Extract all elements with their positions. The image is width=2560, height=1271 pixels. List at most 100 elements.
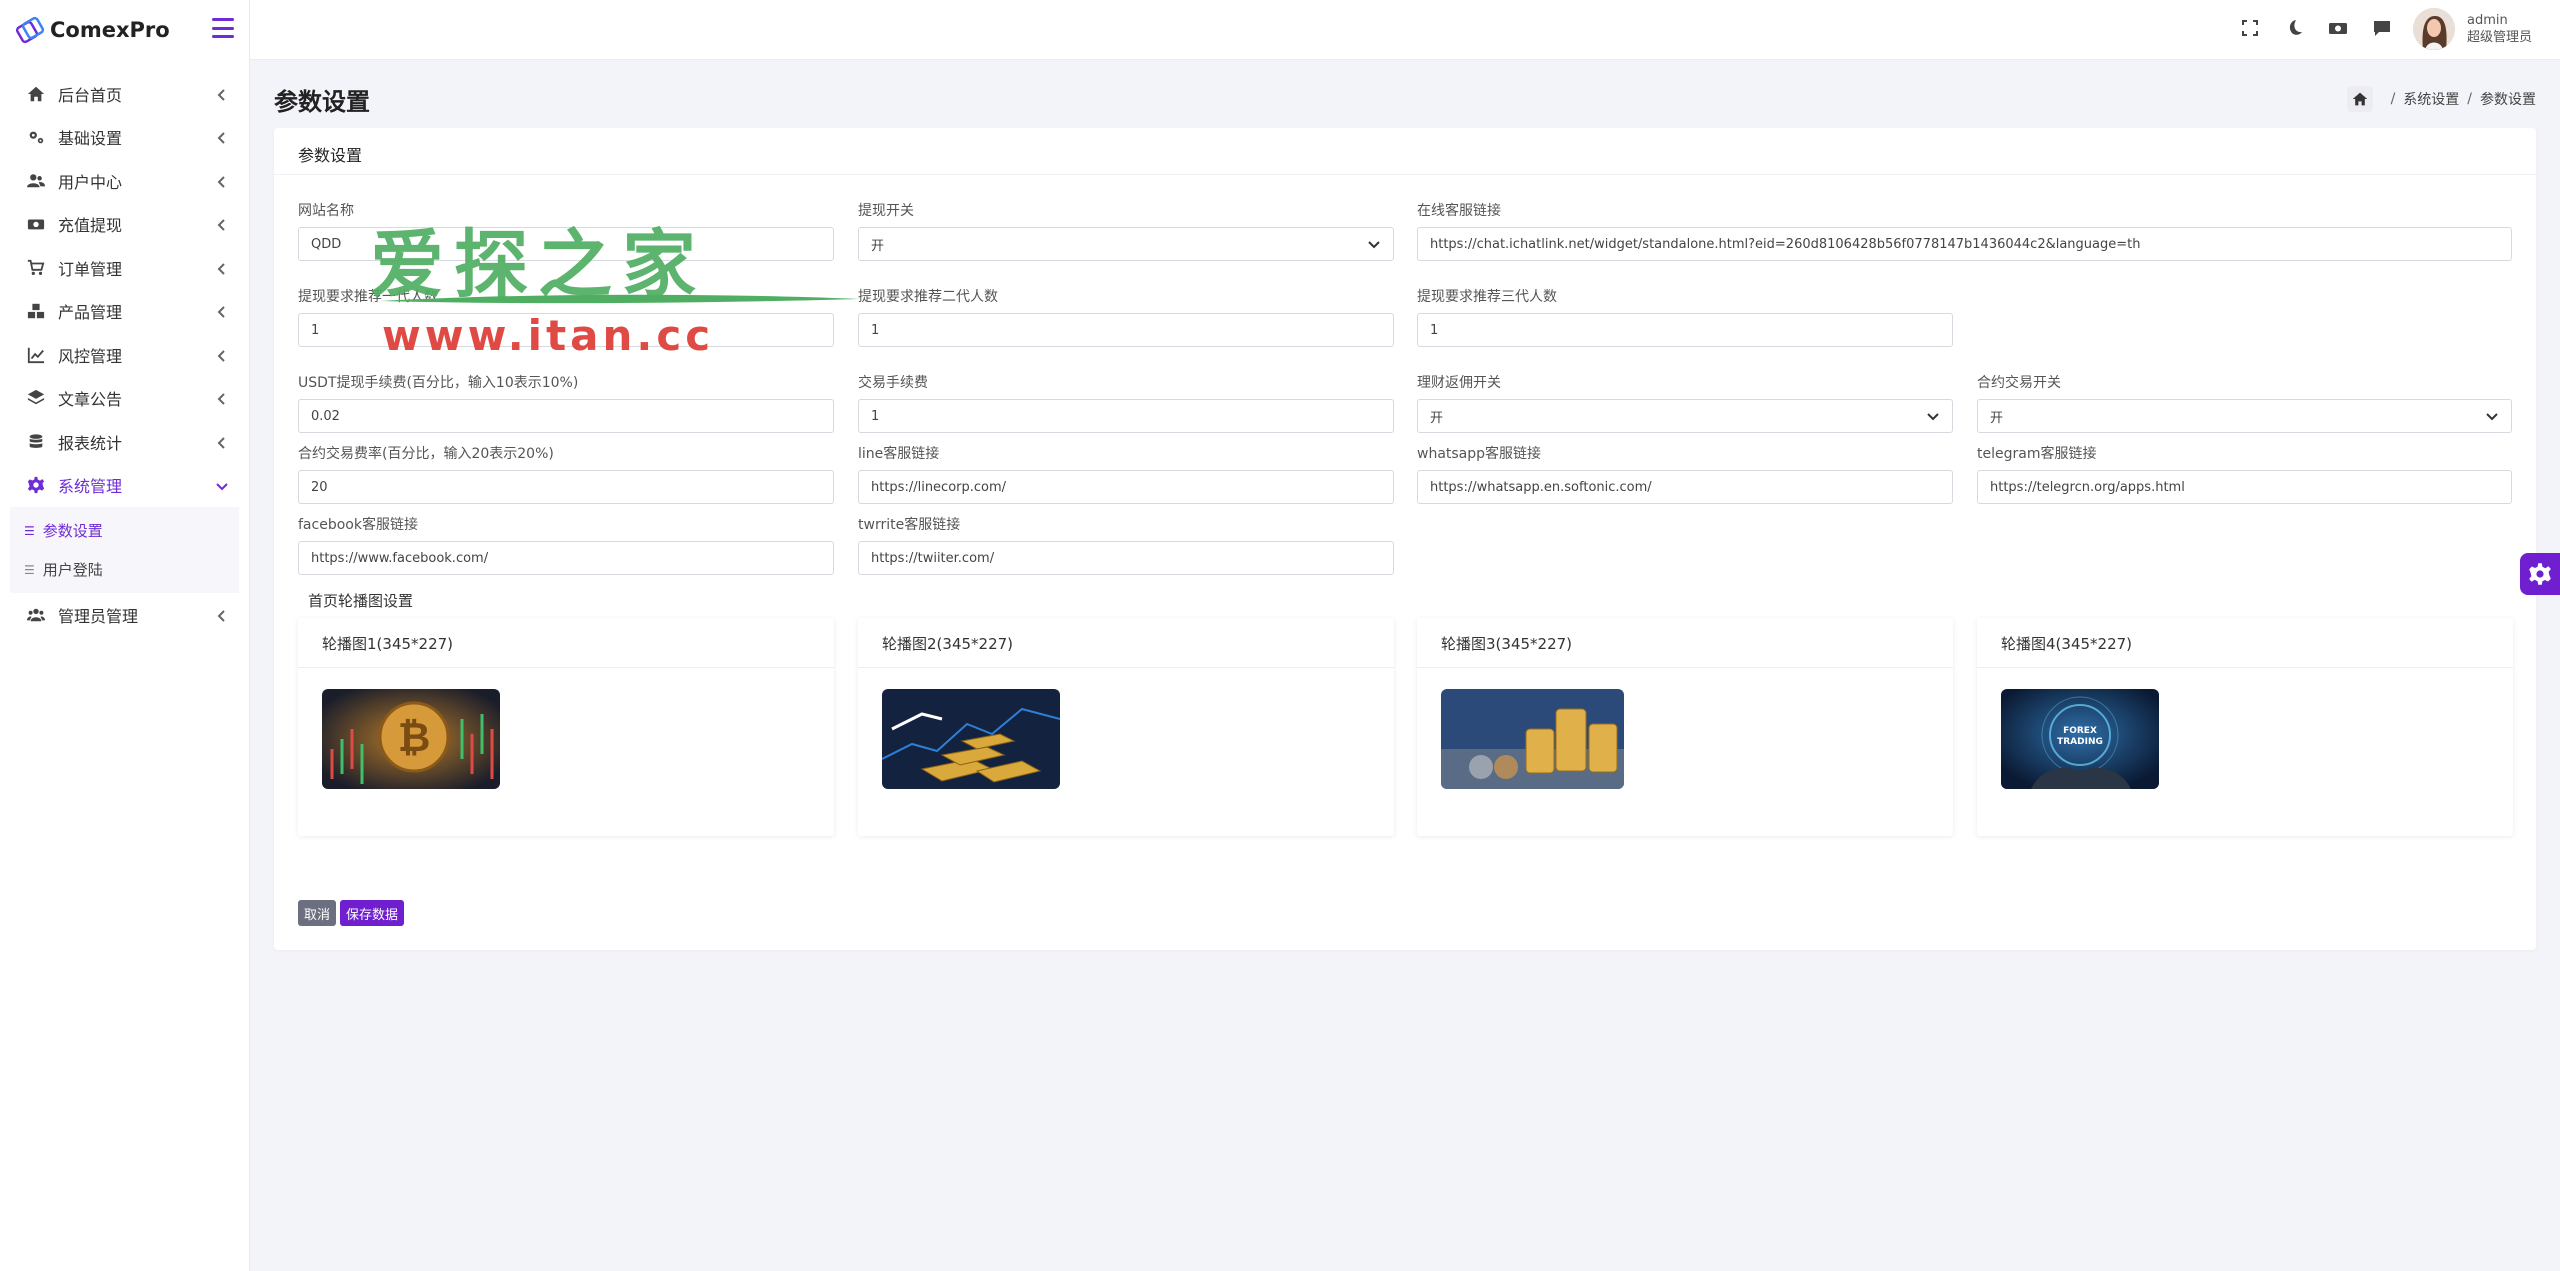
usdt-fee-input[interactable]: 0.02	[298, 399, 834, 433]
ref-level3-field: 提现要求推荐三代人数 1	[1417, 288, 1953, 347]
trade-fee-input[interactable]: 1	[858, 399, 1394, 433]
sidebar-subitem-user-login[interactable]: ☰ 用户登陆	[10, 550, 239, 589]
chevron-left-icon	[215, 87, 229, 101]
breadcrumb: / 系统设置 / 参数设置	[2346, 86, 2536, 112]
ref-level3-input[interactable]: 1	[1417, 313, 1953, 347]
banner-card-2: 轮播图2(345*227)	[858, 618, 1394, 836]
sidebar-item-products[interactable]: 产品管理	[0, 290, 249, 334]
svg-text:TRADING: TRADING	[2057, 737, 2103, 747]
breadcrumb-level1[interactable]: 系统设置	[2403, 89, 2459, 109]
cancel-button[interactable]: 取消	[298, 900, 337, 926]
sidebar-item-risk-control[interactable]: 风控管理	[0, 333, 249, 377]
user-group-icon	[26, 605, 46, 625]
user-menu[interactable]: admin 超级管理员	[2412, 8, 2532, 50]
cart-icon	[26, 258, 46, 278]
chevron-left-icon	[215, 348, 229, 362]
chevron-left-icon	[215, 391, 229, 405]
line-link-input[interactable]: https://linecorp.com/	[858, 470, 1394, 504]
brand-logo-icon	[16, 16, 44, 44]
chevron-left-icon	[215, 608, 229, 622]
list-icon: ☰	[24, 523, 35, 538]
banner-image-coins[interactable]	[1441, 689, 1624, 789]
chevron-left-icon	[215, 217, 229, 231]
ref-level2-input[interactable]: 1	[858, 313, 1394, 347]
chevron-left-icon	[215, 130, 229, 144]
ref-level1-input[interactable]: 1	[298, 313, 834, 347]
chevron-left-icon	[215, 304, 229, 318]
svg-text:₿: ₿	[398, 715, 431, 761]
banner-card-1: 轮播图1(345*227) ₿	[298, 618, 834, 836]
sidebar-submenu-system: ☰ 参数设置 ☰ 用户登陆	[10, 507, 239, 593]
finance-rebate-select[interactable]: 开	[1417, 399, 1953, 433]
chevron-down-icon	[215, 478, 229, 492]
telegram-link-input[interactable]: https://telegrcn.org/apps.html	[1977, 470, 2512, 504]
list-icon: ☰	[24, 562, 35, 577]
sidebar-item-articles[interactable]: 文章公告	[0, 377, 249, 421]
twitter-link-input[interactable]: https://twiiter.com/	[858, 541, 1394, 575]
save-button[interactable]: 保存数据	[340, 900, 405, 926]
chat-icon[interactable]	[2372, 18, 2394, 40]
chevron-down-icon	[1927, 413, 1939, 421]
site-name-field: 网站名称 QDD	[298, 202, 834, 261]
chevron-left-icon	[215, 435, 229, 449]
site-name-input[interactable]: QDD	[298, 227, 834, 261]
sidebar: ComexPro 后台首页 基础设置 用户中心 充值提现 订单管理 产品管理 风…	[0, 0, 250, 1271]
brand-name: ComexPro	[50, 18, 170, 42]
money-icon[interactable]	[2328, 18, 2350, 40]
banner-image-forex[interactable]: FOREX TRADING	[2001, 689, 2159, 789]
user-role: 超级管理员	[2466, 30, 2532, 45]
chevron-down-icon	[1368, 241, 1380, 249]
whatsapp-link-field: whatsapp客服链接 https://whatsapp.en.softoni…	[1417, 445, 1953, 504]
gear-icon	[26, 475, 46, 495]
online-service-input[interactable]: https://chat.ichatlink.net/widget/standa…	[1417, 227, 2512, 261]
sidebar-item-system[interactable]: 系统管理	[0, 464, 249, 508]
contract-switch-field: 合约交易开关 开	[1977, 374, 2512, 433]
banner-image-gold[interactable]	[882, 689, 1060, 789]
sidebar-item-user-center[interactable]: 用户中心	[0, 159, 249, 203]
sidebar-item-dashboard[interactable]: 后台首页	[0, 72, 249, 116]
moon-icon[interactable]	[2284, 18, 2306, 40]
menu-toggle-icon[interactable]	[212, 18, 234, 38]
banner-title: 轮播图4(345*227)	[1977, 618, 2513, 668]
card-title: 参数设置	[274, 128, 2536, 175]
sidebar-subitem-params[interactable]: ☰ 参数设置	[10, 511, 239, 550]
online-service-field: 在线客服链接 https://chat.ichatlink.net/widget…	[1417, 202, 2512, 261]
sidebar-item-deposit-withdraw[interactable]: 充值提现	[0, 203, 249, 247]
contract-fee-field: 合约交易费率(百分比，输入20表示20%) 20	[298, 445, 834, 504]
twitter-link-field: twrrite客服链接 https://twiiter.com/	[858, 516, 1394, 575]
facebook-link-field: facebook客服链接 https://www.facebook.com/	[298, 516, 834, 575]
banner-image-bitcoin[interactable]: ₿	[322, 689, 500, 789]
sidebar-item-admin-manage[interactable]: 管理员管理	[0, 593, 249, 637]
sidebar-item-reports[interactable]: 报表统计	[0, 420, 249, 464]
whatsapp-link-input[interactable]: https://whatsapp.en.softonic.com/	[1417, 470, 1953, 504]
theme-settings-button[interactable]	[2520, 553, 2560, 595]
users-icon	[26, 171, 46, 191]
banner-title: 轮播图1(345*227)	[298, 618, 834, 668]
trade-fee-field: 交易手续费 1	[858, 374, 1394, 433]
chart-line-icon	[26, 345, 46, 365]
sidebar-item-orders[interactable]: 订单管理	[0, 246, 249, 290]
fullscreen-icon[interactable]	[2240, 18, 2262, 40]
facebook-link-input[interactable]: https://www.facebook.com/	[298, 541, 834, 575]
telegram-link-field: telegram客服链接 https://telegrcn.org/apps.h…	[1977, 445, 2512, 504]
user-name: admin	[2466, 13, 2508, 28]
contract-switch-select[interactable]: 开	[1977, 399, 2512, 433]
topbar: admin 超级管理员	[250, 0, 2560, 60]
page-title: 参数设置	[274, 88, 370, 116]
banner-title: 轮播图3(345*227)	[1417, 618, 1953, 668]
topbar-actions	[2240, 18, 2394, 40]
home-icon[interactable]	[2346, 86, 2373, 112]
sidebar-menu: 后台首页 基础设置 用户中心 充值提现 订单管理 产品管理 风控管理 文章公告 …	[0, 60, 249, 637]
boxes-icon	[26, 301, 46, 321]
money-icon	[26, 214, 46, 234]
usdt-fee-field: USDT提现手续费(百分比，输入10表示10%) 0.02	[298, 374, 834, 433]
sidebar-item-basic-settings[interactable]: 基础设置	[0, 116, 249, 160]
ref-level2-field: 提现要求推荐二代人数 1	[858, 288, 1394, 347]
finance-rebate-field: 理财返佣开关 开	[1417, 374, 1953, 433]
withdraw-switch-select[interactable]: 开	[858, 227, 1394, 261]
banner-section-label: 首页轮播图设置	[308, 592, 414, 610]
avatar[interactable]	[2412, 8, 2455, 50]
withdraw-switch-field: 提现开关 开	[858, 202, 1394, 261]
contract-fee-input[interactable]: 20	[298, 470, 834, 504]
gear-icon	[2529, 563, 2551, 585]
